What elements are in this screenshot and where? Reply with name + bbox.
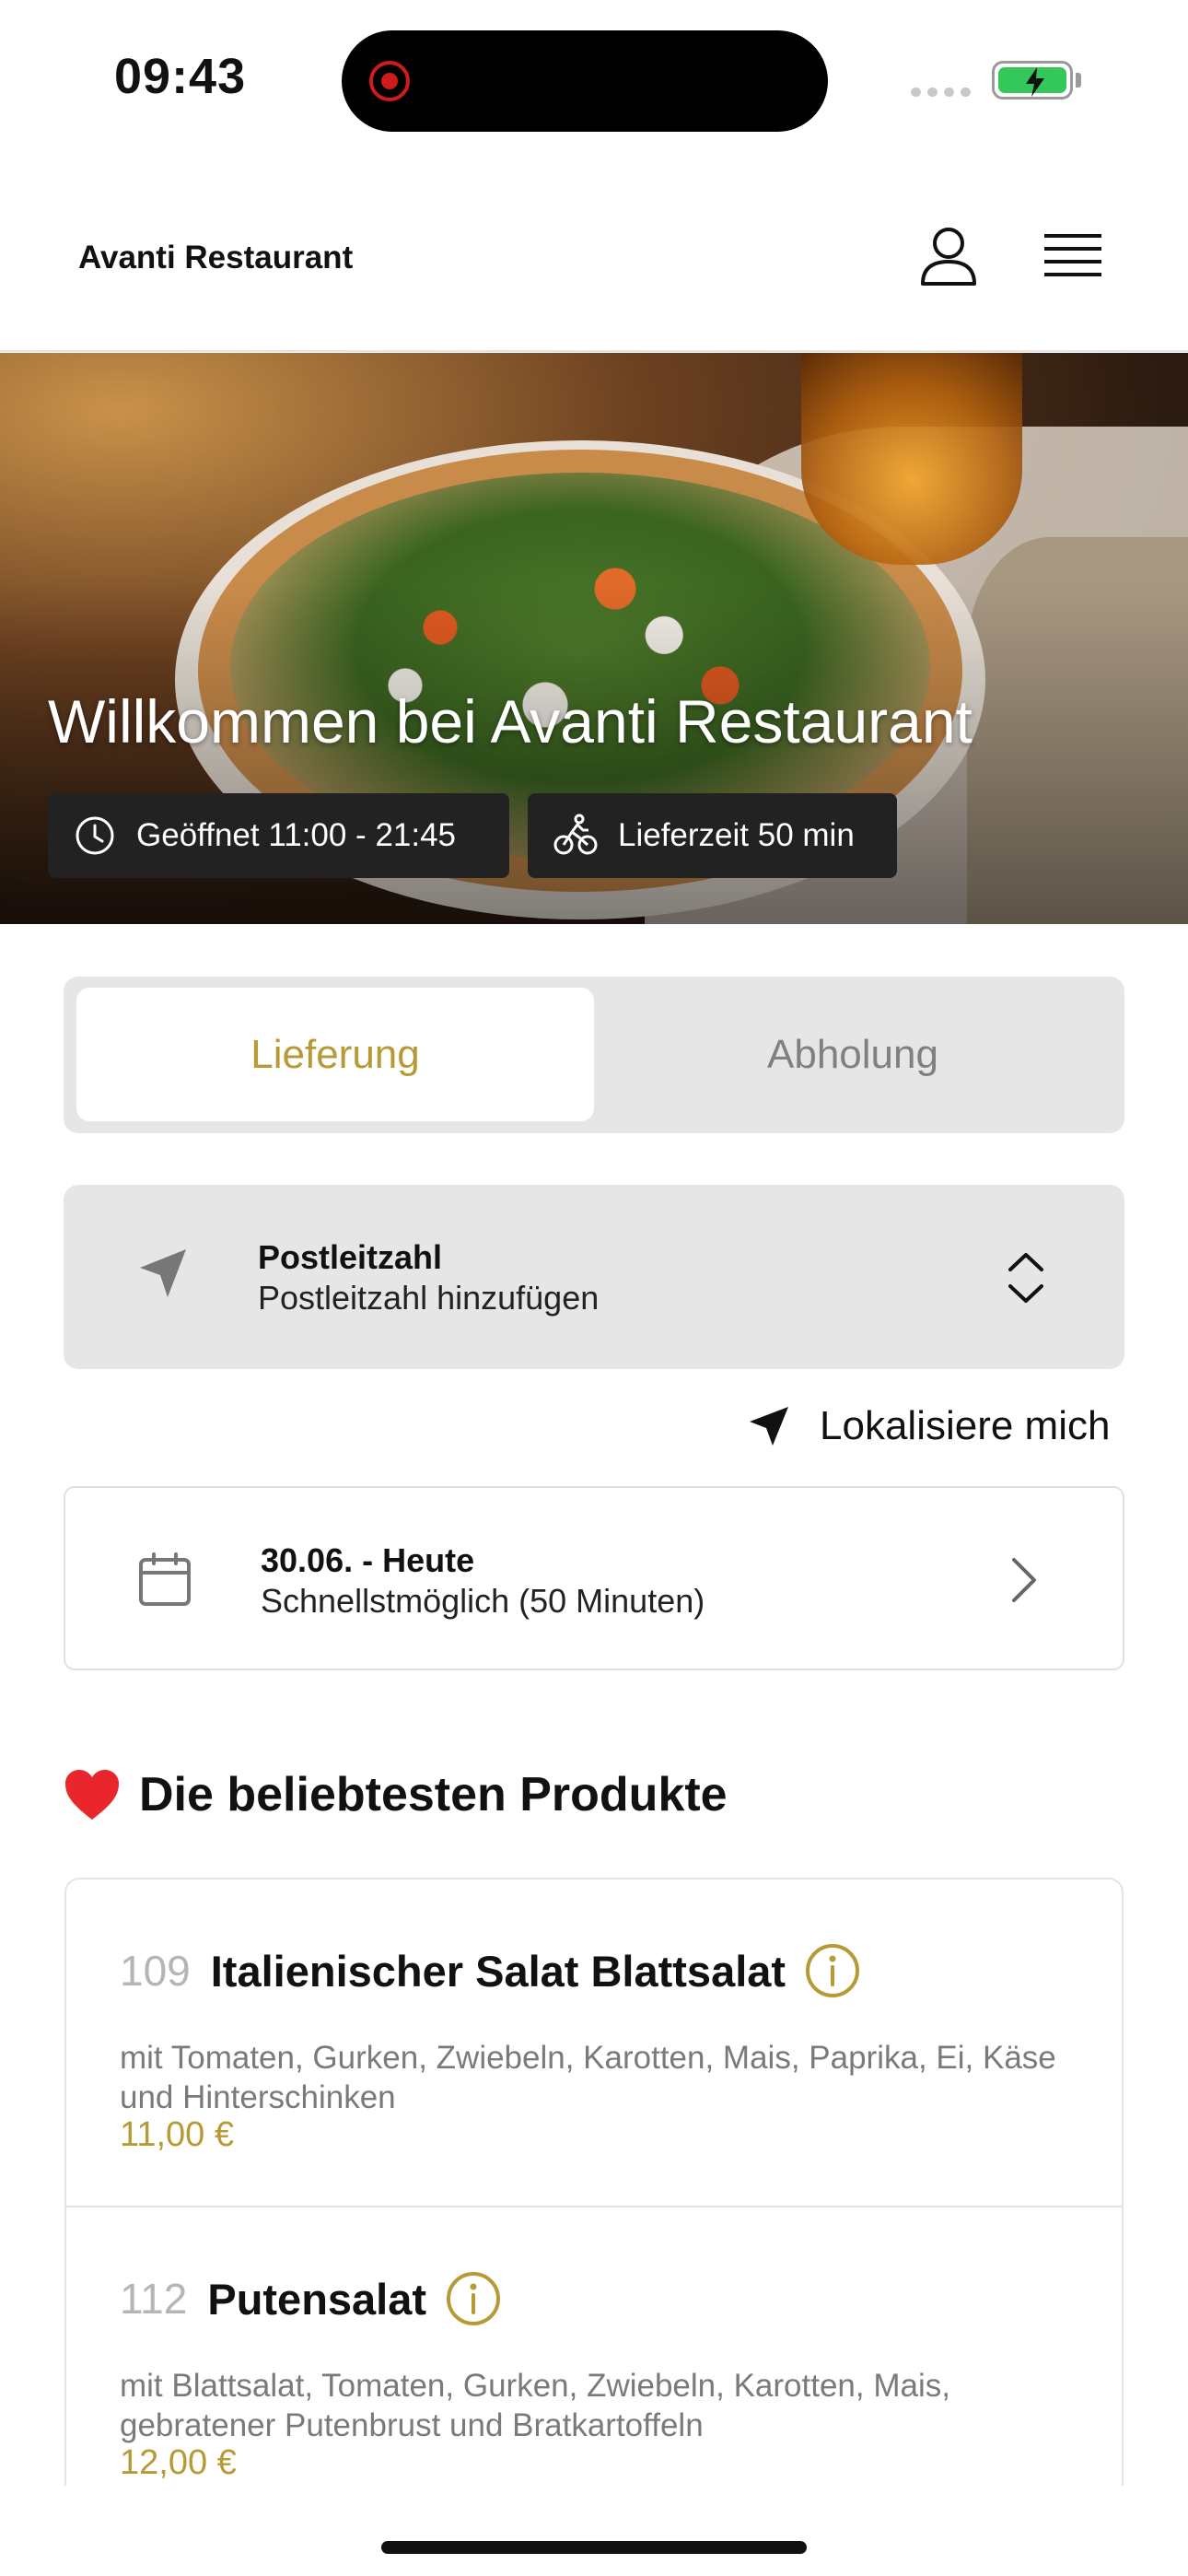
locate-me-label: Lokalisiere mich	[820, 1403, 1111, 1448]
delivery-date-label: 30.06. - Heute	[261, 1541, 475, 1579]
product-price: 12,00 €	[120, 2443, 237, 2482]
opening-hours-badge: Geöffnet 11:00 - 21:45	[48, 793, 509, 878]
recording-indicator-icon	[369, 61, 410, 101]
app-header: Avanti Restaurant	[0, 166, 1188, 352]
location-arrow-icon	[140, 1249, 186, 1297]
locate-me-button[interactable]: Lokalisiere mich	[748, 1399, 1110, 1454]
order-type-tabs: Lieferung Abholung	[64, 977, 1124, 1133]
postcode-selector[interactable]: Postleitzahl Postleitzahl hinzufügen	[64, 1185, 1124, 1369]
location-arrow-icon	[750, 1407, 788, 1446]
product-name: Italienischer Salat Blattsalat	[210, 1946, 786, 1996]
menu-button[interactable]	[1041, 227, 1105, 291]
info-icon[interactable]	[445, 2270, 502, 2327]
chevron-up-down-icon	[1008, 1253, 1043, 1303]
tab-delivery[interactable]: Lieferung	[76, 988, 594, 1121]
delivery-time-badge: Lieferzeit 50 min	[528, 793, 897, 878]
product-price: 11,00 €	[120, 2115, 234, 2154]
user-icon	[921, 228, 976, 286]
battery-cap	[1076, 73, 1081, 88]
delivery-date-selector[interactable]: 30.06. - Heute Schnellstmöglich (50 Minu…	[64, 1486, 1124, 1670]
opening-hours-text: Geöffnet 11:00 - 21:45	[136, 817, 457, 853]
popular-products-title: Die beliebtesten Produkte	[139, 1768, 728, 1821]
product-number: 112	[120, 2275, 188, 2323]
info-icon[interactable]	[804, 1942, 861, 1999]
delivery-time-text: Lieferzeit 50 min	[618, 817, 855, 853]
product-list: 109 Italienischer Salat Blattsalat mit T…	[64, 1878, 1124, 2486]
chevron-right-icon	[1012, 1558, 1036, 1602]
home-indicator[interactable]	[381, 2541, 807, 2554]
product-description: mit Tomaten, Gurken, Zwiebeln, Karotten,…	[120, 2040, 1056, 2115]
dynamic-island	[342, 30, 828, 132]
delivery-time-option: Schnellstmöglich (50 Minuten)	[261, 1582, 705, 1620]
popular-products-heading: Die beliebtesten Produkte	[64, 1767, 728, 1822]
battery-icon	[992, 61, 1073, 100]
bicycle-icon	[553, 814, 598, 855]
product-number: 109	[120, 1947, 191, 1995]
postcode-label: Postleitzahl	[258, 1238, 443, 1276]
product-card[interactable]: 109 Italienischer Salat Blattsalat mit T…	[66, 1879, 1122, 2207]
calendar-icon	[139, 1552, 191, 1606]
signal-icon	[911, 88, 972, 97]
status-time: 09:43	[114, 49, 247, 104]
clock-icon	[76, 816, 114, 855]
hamburger-menu-icon	[1044, 234, 1101, 276]
hero-banner: Willkommen bei Avanti Restaurant Geöffne…	[0, 353, 1188, 924]
product-description: mit Blattsalat, Tomaten, Gurken, Zwiebel…	[120, 2368, 950, 2443]
postcode-placeholder: Postleitzahl hinzufügen	[258, 1279, 600, 1317]
hero-title: Willkommen bei Avanti Restaurant	[48, 687, 973, 755]
product-name: Putensalat	[207, 2274, 427, 2324]
product-card[interactable]: 112 Putensalat mit Blattsalat, Tomaten, …	[66, 2207, 1122, 2486]
heart-icon	[65, 1770, 119, 1820]
status-bar: 09:43	[0, 0, 1188, 166]
restaurant-title: Avanti Restaurant	[78, 240, 354, 275]
user-account-button[interactable]	[912, 221, 985, 295]
tab-pickup[interactable]: Abholung	[594, 988, 1112, 1121]
